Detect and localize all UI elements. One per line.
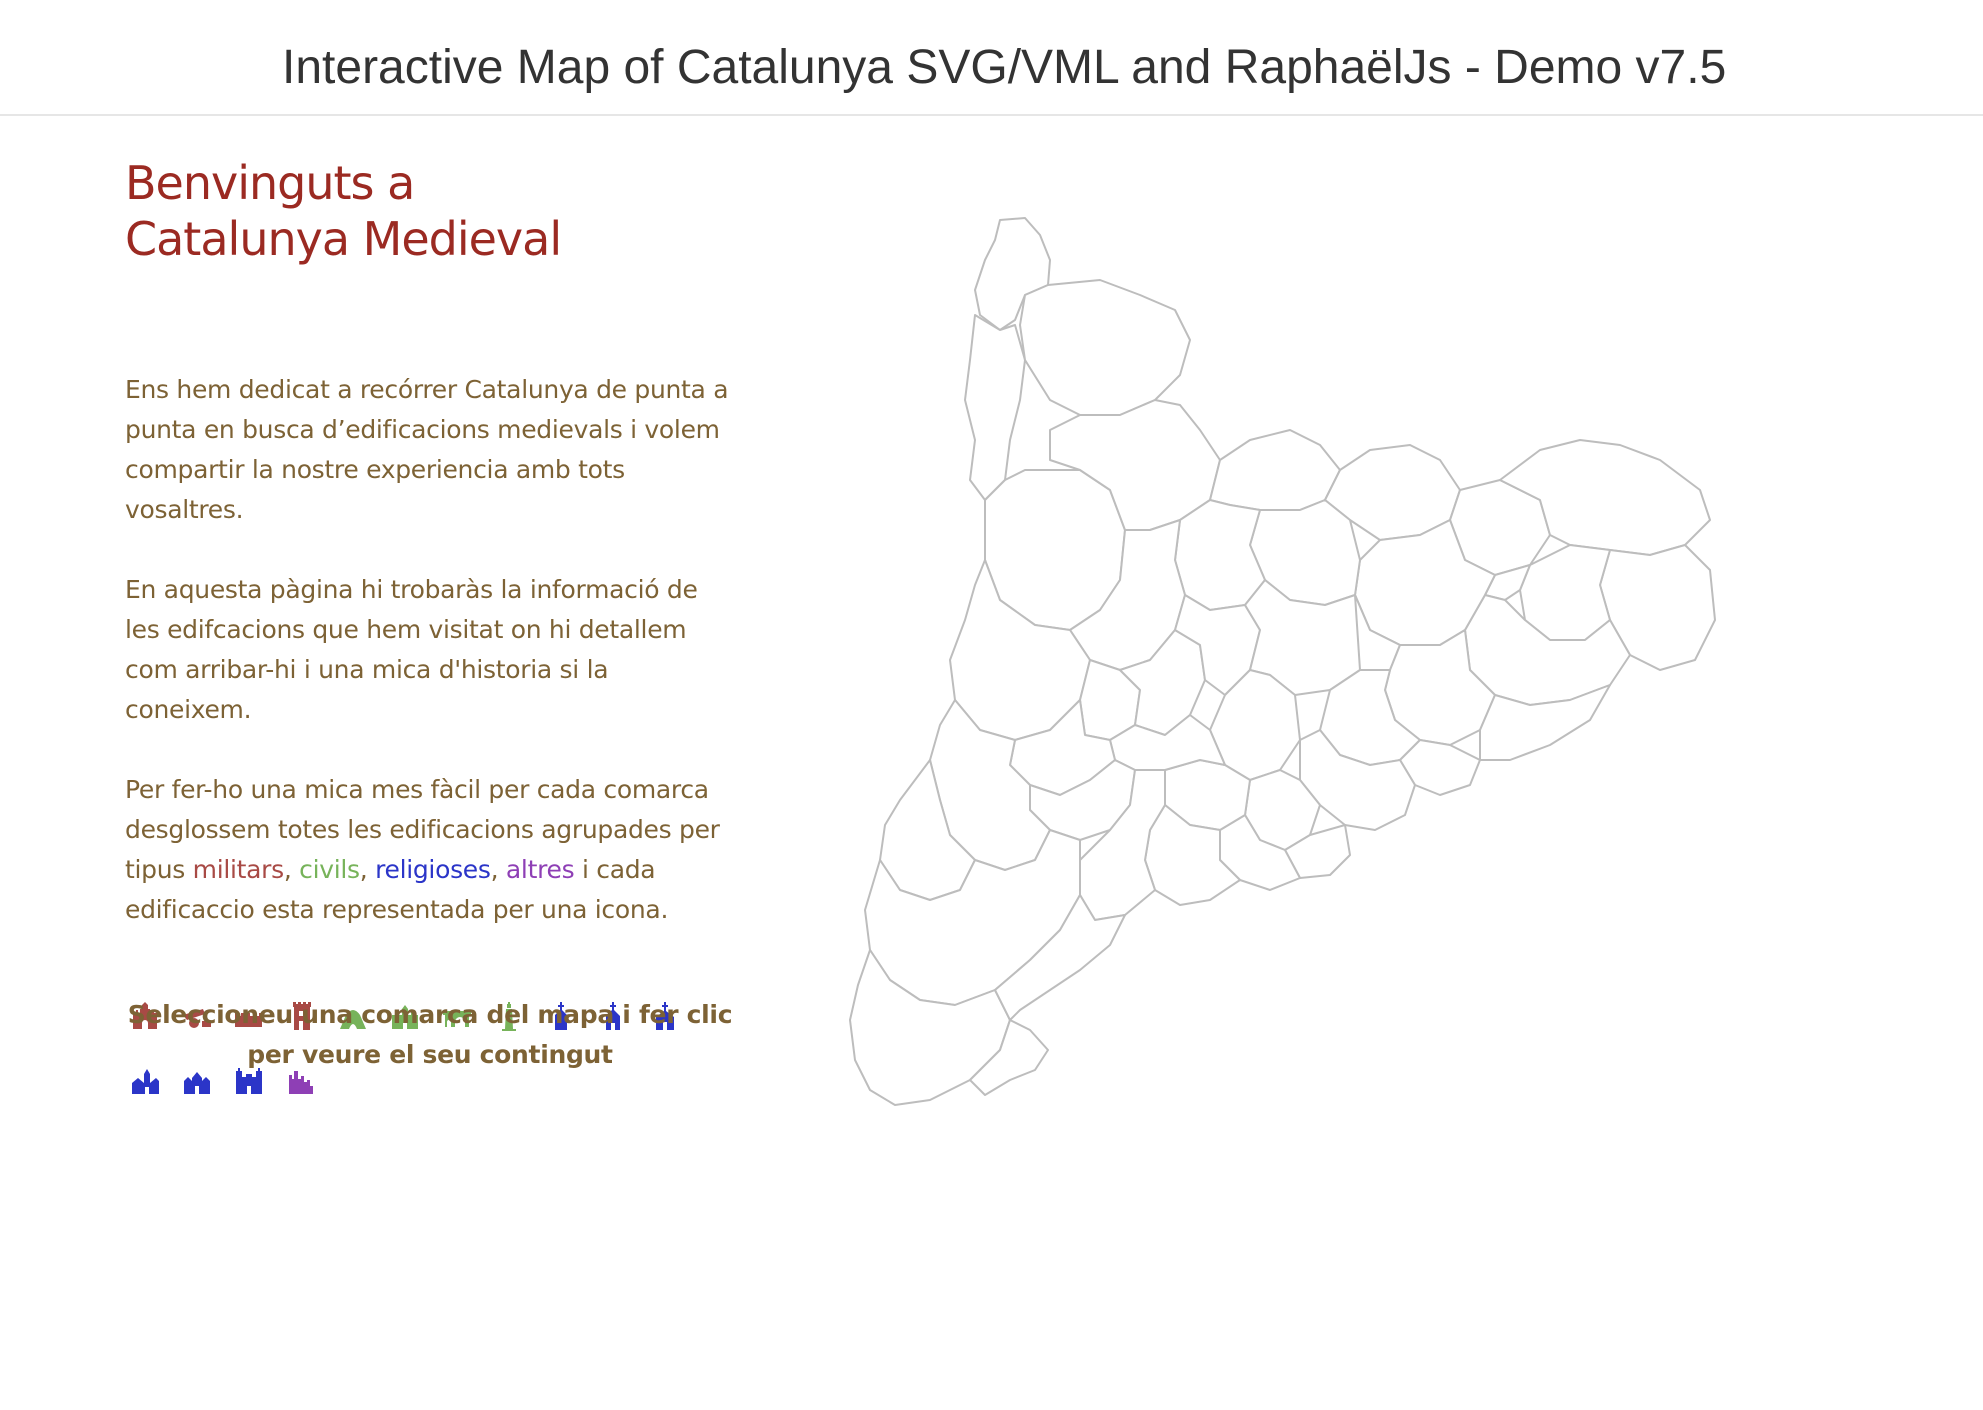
category-militars-label: militars [192,855,285,884]
category-altres-label: altres [505,855,575,884]
comarca-alta-ribagorca[interactable] [964,314,1026,501]
welcome-title: Benvinguts a Catalunya Medieval [125,155,735,267]
comarca-pallars-sobira[interactable] [1019,279,1191,416]
separator: , [359,855,376,884]
comarca-solsones[interactable] [1174,499,1266,611]
welcome-title-line1: Benvinguts a [125,156,415,210]
comarca-cerdanya[interactable] [1209,429,1341,511]
top-bar: Interactive Map of Catalunya SVG/VML and… [0,0,1983,116]
intro-paragraph-1: Ens hem dedicat a recórrer Catalunya de … [125,375,729,524]
intro-paragraph-3: Per fer-ho una mica mes fàcil per cada c… [125,770,735,930]
category-religioses-label: religioses [375,855,491,884]
select-comarca-hint: Seleccioneu una comarca del mapa i fer c… [127,1000,733,1069]
catalunya-map[interactable] [780,200,1940,1340]
intro-panel: Benvinguts a Catalunya Medieval Ens hem … [125,155,735,1094]
page-title: Interactive Map of Catalunya SVG/VML and… [282,41,1727,94]
intro-paragraph-2: En aquesta pàgina hi trobaràs la informa… [125,575,698,724]
welcome-title-line2: Catalunya Medieval [125,212,562,266]
category-civils-label: civils [299,855,360,884]
separator: , [490,855,506,884]
separator: , [283,855,300,884]
